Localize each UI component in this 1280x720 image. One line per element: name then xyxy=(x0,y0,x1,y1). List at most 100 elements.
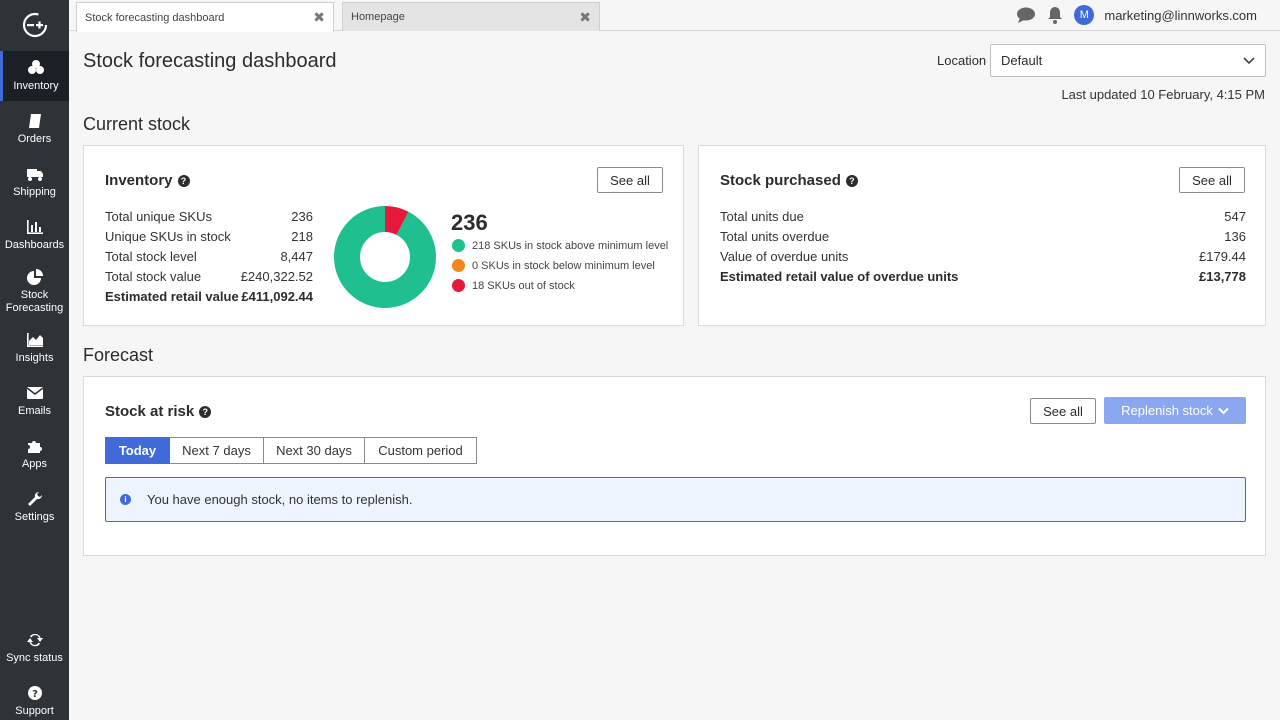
stat-row: Total unique SKUs 236 xyxy=(105,209,313,224)
sidebar-item-label: Shipping xyxy=(13,185,56,198)
stat-row: Value of overdue units £179.44 xyxy=(720,249,1246,264)
location-label: Location xyxy=(937,53,987,68)
stock-purchased-title: Stock purchased ? xyxy=(720,172,858,189)
stat-value: £240,322.52 xyxy=(240,269,313,284)
logo-icon xyxy=(22,12,47,38)
replenish-stock-label: Replenish stock xyxy=(1121,403,1213,418)
stat-label: Total units due xyxy=(720,209,804,224)
stat-row: Total stock level 8,447 xyxy=(105,249,313,264)
sidebar-item-orders[interactable]: Orders xyxy=(0,104,69,154)
inventory-card: Inventory ? See all Total unique SKUs 23… xyxy=(83,145,684,326)
sidebar: Inventory Orders Shipping Dashboards Sto… xyxy=(0,0,69,720)
tab-label: Homepage xyxy=(351,11,405,23)
page-title: Stock forecasting dashboard xyxy=(83,50,337,72)
sidebar-item-support[interactable]: ? Support xyxy=(0,676,69,720)
stock-at-risk-see-all-button[interactable]: See all xyxy=(1030,398,1096,424)
stat-label: Value of overdue units xyxy=(720,249,849,264)
sidebar-item-label: Settings xyxy=(14,510,55,523)
close-icon[interactable]: ✖ xyxy=(579,9,591,26)
sidebar-item-stock-forecasting[interactable]: Stock Forecasting xyxy=(0,264,69,320)
svg-text:?: ? xyxy=(32,689,38,700)
stock-purchased-card: Stock purchased ? See all Total units du… xyxy=(698,145,1266,326)
inventory-icon xyxy=(28,59,44,74)
info-message: You have enough stock, no items to reple… xyxy=(147,492,413,507)
sidebar-item-label: Emails xyxy=(17,404,51,417)
sync-icon xyxy=(26,633,43,646)
location-select[interactable]: Default xyxy=(990,44,1266,77)
envelope-icon xyxy=(26,386,43,399)
section-title-current-stock: Current stock xyxy=(83,114,191,134)
last-updated: Last updated 10 February, 4:15 PM xyxy=(1061,87,1265,102)
help-icon[interactable]: ? xyxy=(177,174,190,187)
period-next-7-days[interactable]: Next 7 days xyxy=(170,437,264,464)
pie-chart-icon xyxy=(26,269,43,285)
sidebar-item-label: Apps xyxy=(21,457,48,470)
stat-label: Total stock level xyxy=(105,249,197,264)
sidebar-item-inventory[interactable]: Inventory xyxy=(0,51,69,101)
help-icon: ? xyxy=(27,685,42,700)
legend-item: 18 SKUs out of stock xyxy=(452,279,575,292)
stat-value: £13,778 xyxy=(1199,269,1246,284)
chevron-down-icon xyxy=(1243,56,1255,64)
sidebar-item-label: Insights xyxy=(15,351,54,364)
close-icon[interactable]: ✖ xyxy=(313,9,325,26)
sidebar-item-label: Dashboards xyxy=(4,238,65,251)
stat-row-total: Estimated retail value £411,092.44 xyxy=(105,289,313,304)
inventory-see-all-button[interactable]: See all xyxy=(597,167,663,193)
legend-item: 218 SKUs in stock above minimum level xyxy=(452,239,668,252)
section-title-forecast: Forecast xyxy=(83,345,154,365)
avatar[interactable]: M xyxy=(1074,5,1095,25)
stat-value: 218 xyxy=(291,229,313,244)
tab-homepage[interactable]: Homepage ✖ xyxy=(342,2,600,31)
stock-purchased-see-all-button[interactable]: See all xyxy=(1179,167,1245,193)
legend-label: 218 SKUs in stock above minimum level xyxy=(472,239,669,252)
period-custom[interactable]: Custom period xyxy=(365,437,477,464)
legend-dot-orange xyxy=(452,259,465,272)
sidebar-item-apps[interactable]: Apps xyxy=(0,429,69,479)
sidebar-item-insights[interactable]: Insights xyxy=(0,323,69,373)
stat-value: £179.44 xyxy=(1199,249,1246,264)
sidebar-item-label: Stock Forecasting xyxy=(5,289,64,314)
stat-label: Estimated retail value xyxy=(105,289,239,304)
legend-label: 18 SKUs out of stock xyxy=(472,279,575,292)
orders-icon xyxy=(28,113,41,128)
period-next-30-days[interactable]: Next 30 days xyxy=(264,437,365,464)
total-skus-number: 236 xyxy=(451,210,488,235)
period-today[interactable]: Today xyxy=(105,437,170,464)
stat-row: Unique SKUs in stock 218 xyxy=(105,229,313,244)
stat-value: 547 xyxy=(1224,209,1246,224)
stock-donut-chart xyxy=(334,206,436,308)
app-logo[interactable] xyxy=(0,0,69,50)
stock-at-risk-title: Stock at risk ? xyxy=(105,403,212,420)
legend-dot-green xyxy=(452,239,465,252)
stat-value: 136 xyxy=(1224,229,1246,244)
user-email[interactable]: marketing@linnworks.com xyxy=(1104,8,1257,23)
stat-label: Unique SKUs in stock xyxy=(105,229,231,244)
tab-bar: Stock forecasting dashboard ✖ Homepage ✖… xyxy=(69,0,1280,32)
bell-icon[interactable] xyxy=(1046,6,1064,24)
chat-icon[interactable] xyxy=(1016,6,1036,24)
stat-row-total: Estimated retail value of overdue units … xyxy=(720,269,1246,284)
truck-icon xyxy=(26,168,43,181)
sidebar-item-dashboards[interactable]: Dashboards xyxy=(0,210,69,260)
location-value: Default xyxy=(1001,53,1043,68)
info-icon: i xyxy=(120,494,131,505)
bar-chart-icon xyxy=(26,219,43,234)
sidebar-item-label: Inventory xyxy=(13,79,59,92)
tab-stock-forecasting-dashboard[interactable]: Stock forecasting dashboard ✖ xyxy=(76,2,334,32)
sidebar-item-label: Sync status xyxy=(6,651,63,664)
wrench-icon xyxy=(27,491,42,506)
help-icon[interactable]: ? xyxy=(199,405,212,418)
sidebar-item-sync-status[interactable]: Sync status xyxy=(0,623,69,673)
legend-label: 0 SKUs in stock below minimum level xyxy=(472,259,655,272)
sidebar-item-emails[interactable]: Emails xyxy=(0,376,69,426)
sidebar-item-label: Orders xyxy=(17,132,52,145)
inventory-title: Inventory ? xyxy=(105,172,190,189)
stat-row: Total stock value £240,322.52 xyxy=(105,269,313,284)
sidebar-item-settings[interactable]: Settings xyxy=(0,482,69,532)
period-selector: Today Next 7 days Next 30 days Custom pe… xyxy=(105,437,477,464)
stock-at-risk-card: Stock at risk ? See all Replenish stock … xyxy=(83,376,1266,556)
replenish-stock-button[interactable]: Replenish stock xyxy=(1104,397,1246,424)
help-icon[interactable]: ? xyxy=(845,174,858,187)
sidebar-item-shipping[interactable]: Shipping xyxy=(0,157,69,207)
